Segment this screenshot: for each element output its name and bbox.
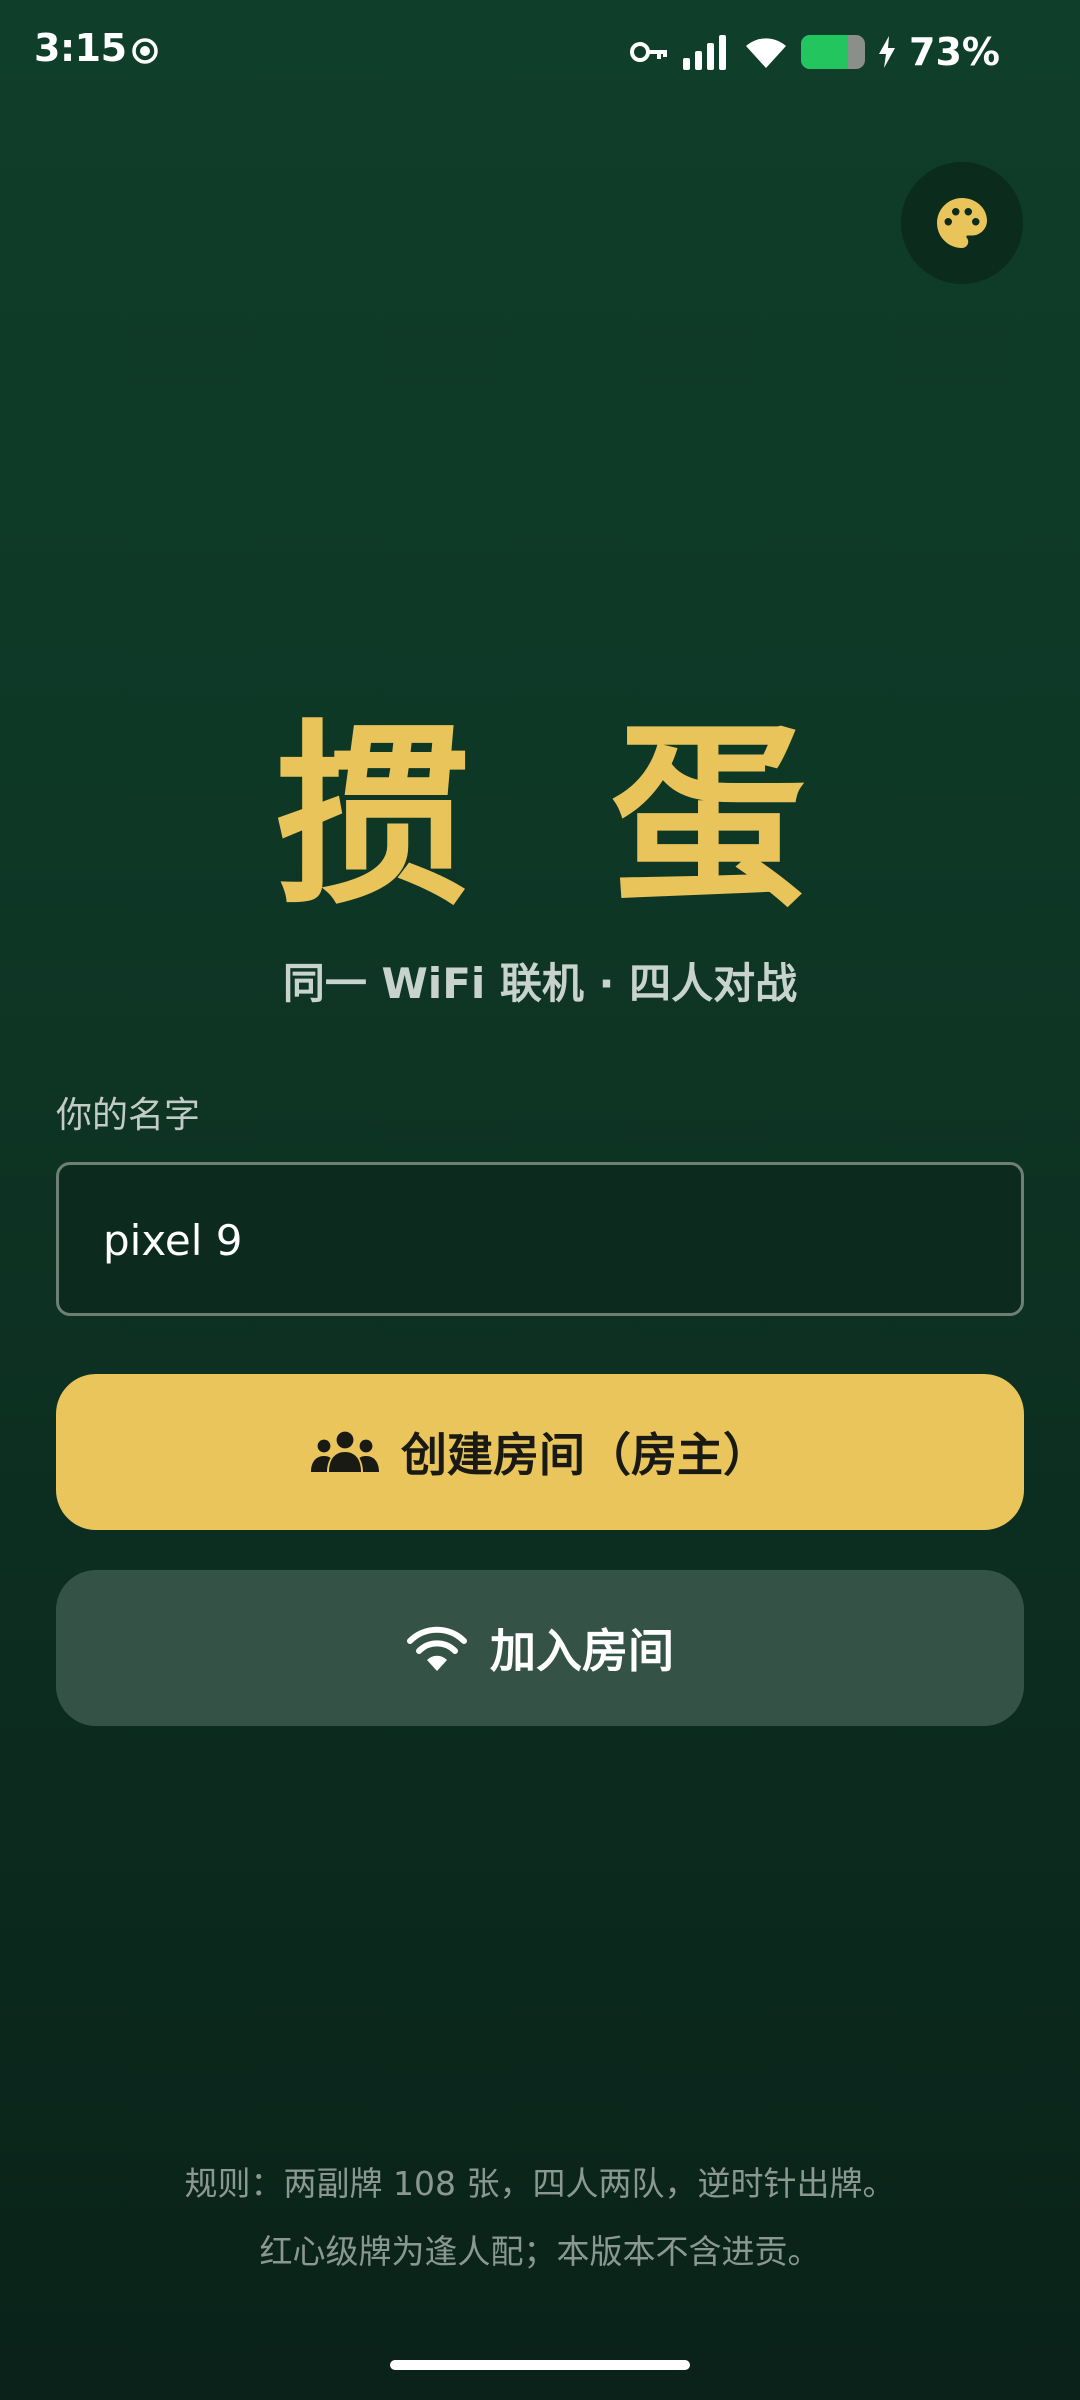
status-time: 3:15 bbox=[34, 26, 127, 70]
palette-icon bbox=[937, 198, 987, 248]
home-indicator[interactable] bbox=[390, 2360, 690, 2370]
app-subtitle: 同一 WiFi 联机 · 四人对战 bbox=[282, 959, 798, 1008]
rules-line-1: 规则：两副牌 108 张，四人两队，逆时针出牌。 bbox=[184, 2164, 896, 2203]
wifi-icon bbox=[746, 38, 787, 68]
battery-fill bbox=[801, 35, 848, 69]
create-room-button[interactable]: 创建房间（房主） bbox=[56, 1374, 1024, 1530]
vpn-key-icon bbox=[630, 42, 668, 62]
app-title: 掼 蛋 bbox=[273, 704, 843, 932]
join-room-label: 加入房间 bbox=[490, 1624, 674, 1678]
theme-palette-button[interactable] bbox=[901, 162, 1023, 284]
signal-icon bbox=[683, 35, 727, 70]
name-field[interactable] bbox=[56, 1162, 1024, 1316]
wifi-icon bbox=[407, 1626, 467, 1671]
rules-line-2: 红心级牌为逢人配；本版本不含进贡。 bbox=[259, 2232, 821, 2271]
create-room-label: 创建房间（房主） bbox=[401, 1428, 769, 1482]
battery-icon bbox=[801, 35, 866, 69]
rules-text: 规则：两副牌 108 张，四人两队，逆时针出牌。 红心级牌为逢人配；本版本不含进… bbox=[0, 2150, 1080, 2286]
battery-percent: 73% bbox=[909, 30, 1000, 74]
group-icon bbox=[311, 1431, 379, 1472]
status-bar: 3:15 73% bbox=[0, 0, 1080, 104]
charging-bolt-icon bbox=[879, 36, 896, 68]
name-input[interactable] bbox=[101, 1165, 985, 1315]
join-room-button[interactable]: 加入房间 bbox=[56, 1570, 1024, 1726]
name-field-label: 你的名字 bbox=[56, 1095, 201, 1136]
record-icon bbox=[132, 38, 158, 64]
status-icons: 73% bbox=[629, 28, 1000, 76]
